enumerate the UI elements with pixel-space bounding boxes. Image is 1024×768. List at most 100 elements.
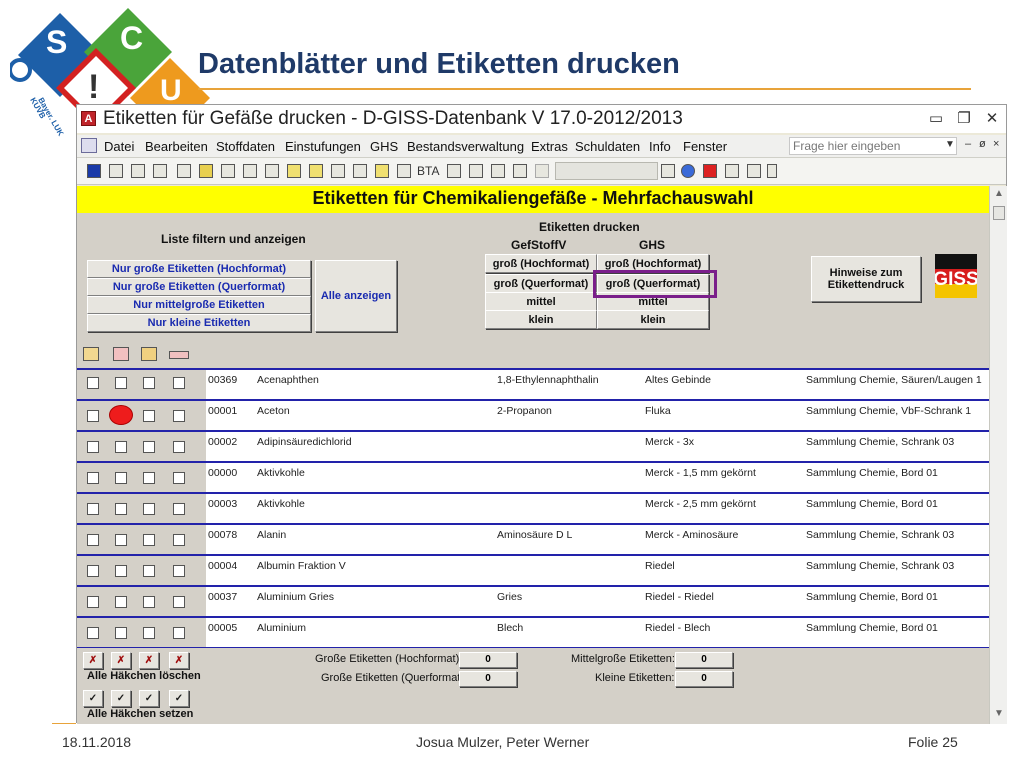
row-checkbox-4[interactable] [173,503,185,515]
menu-extras[interactable]: Extras [531,139,568,154]
minimize-icon[interactable]: ▭ [927,110,945,126]
row-checkbox-4[interactable] [173,377,185,389]
row-checkbox-3[interactable] [143,596,155,608]
print-icon[interactable] [177,164,191,178]
gef-small-button[interactable]: klein [485,310,597,329]
row-checkbox-1[interactable] [87,472,99,484]
filter-view-icon-2[interactable] [113,347,129,361]
show-all-button[interactable]: Alle anzeigen [315,260,397,332]
table-view-icon[interactable] [331,164,345,178]
exit-icon[interactable] [747,164,761,178]
filter-large-landscape-button[interactable]: Nur große Etiketten (Querformat) [87,278,311,296]
menu-datei[interactable]: Datei [104,139,134,154]
menu-info[interactable]: Info [649,139,671,154]
filter-view-icon-3[interactable] [141,347,157,361]
ghs-small-button[interactable]: klein [597,310,709,329]
close-icon[interactable]: ✕ [983,110,1001,126]
sort-icon[interactable] [221,164,235,178]
clear-check-button-2[interactable]: ✗ [111,652,131,669]
row-checkbox-2[interactable] [115,377,127,389]
row-checkbox-2[interactable] [115,534,127,546]
row-checkbox-3[interactable] [143,503,155,515]
menu-ghs[interactable]: GHS [370,139,398,154]
window-switch-icon[interactable] [725,164,739,178]
bottle-icon[interactable] [287,164,301,178]
bta-label[interactable]: BTA [417,164,439,178]
window-icon[interactable] [513,164,527,178]
form-icon[interactable] [81,138,97,153]
menu-stoffdaten[interactable]: Stoffdaten [216,139,275,154]
gef-large-landscape-button[interactable]: groß (Querformat) [485,274,597,293]
filter-view-icon-1[interactable] [83,347,99,361]
help-icon[interactable] [681,164,695,178]
clear-check-button-3[interactable]: ✗ [139,652,159,669]
table-row[interactable]: 00002 Adipinsäuredichlorid Merck - 3x Samml… [77,432,989,463]
menu-schuldaten[interactable]: Schuldaten [575,139,640,154]
gef-large-portrait-button[interactable]: groß (Hochformat) [485,254,597,273]
columns-icon[interactable] [243,164,257,178]
label-hints-button[interactable]: Hinweise zum Etikettendruck [811,256,921,302]
row-checkbox-3[interactable] [143,472,155,484]
row-checkbox-3[interactable] [143,377,155,389]
eye-icon[interactable] [661,164,675,178]
help-search-input[interactable]: Frage hier eingeben [789,137,957,155]
grid-icon[interactable] [265,164,279,178]
gef-medium-button[interactable]: mittel [485,292,597,311]
report-icon[interactable] [491,164,505,178]
row-checkbox-2[interactable] [115,441,127,453]
table-row[interactable]: 00037 Aluminium Gries Gries Riedel - Riedel… [77,587,989,618]
row-checkbox-3[interactable] [143,565,155,577]
table-row[interactable]: 00004 Albumin Fraktion V Riedel Sammlung Ch… [77,556,989,587]
filter-small-button[interactable]: Nur kleine Etiketten [87,314,311,332]
row-checkbox-4[interactable] [173,441,185,453]
row-checkbox-1[interactable] [87,503,99,515]
filter-icon[interactable] [199,164,213,178]
vertical-scrollbar[interactable]: ▲ ▼ [989,186,1007,724]
clear-check-button-4[interactable]: ✗ [169,652,189,669]
table-row[interactable]: 00003 Aktivkohle Merck - 2,5 mm gekörnt Sam… [77,494,989,525]
filter-view-icon-4[interactable] [169,351,189,359]
toolbar-options-icon[interactable] [767,164,777,178]
table-row[interactable]: 00369 Acenaphthen 1,8-Ethylennaphthalin Alt… [77,370,989,401]
row-checkbox-2[interactable] [115,565,127,577]
table-row[interactable]: 00001 Aceton 2-Propanon Fluka Sammlung Chemi… [77,401,989,432]
row-checkbox-4[interactable] [173,472,185,484]
set-check-button-2[interactable]: ✓ [111,690,131,707]
row-checkbox-4[interactable] [173,596,185,608]
menu-bearbeiten[interactable]: Bearbeiten [145,139,208,154]
table-row[interactable]: 00005 Aluminium Blech Riedel - Blech Sammlun… [77,618,989,649]
save-icon[interactable] [109,164,123,178]
row-checkbox-4[interactable] [173,627,185,639]
doc-close-icon[interactable]: × [993,138,999,150]
design-view-icon[interactable] [87,164,101,178]
row-checkbox-3[interactable] [143,441,155,453]
copy-icon[interactable] [153,164,167,178]
doc-restore-icon[interactable]: ø [979,138,986,150]
database-icon[interactable] [353,164,367,178]
row-checkbox-3[interactable] [143,410,155,422]
monitor-icon[interactable] [447,164,461,178]
restore-icon[interactable]: ❐ [955,110,973,126]
row-checkbox-4[interactable] [173,534,185,546]
filter-large-portrait-button[interactable]: Nur große Etiketten (Hochformat) [87,260,311,278]
filter-medium-button[interactable]: Nur mittelgroße Etiketten [87,296,311,314]
clear-check-button-1[interactable]: ✗ [83,652,103,669]
label-icon[interactable] [375,164,389,178]
toolbar-combo[interactable] [555,162,658,180]
set-check-button-4[interactable]: ✓ [169,690,189,707]
scroll-down-icon[interactable]: ▼ [993,708,1005,719]
row-checkbox-1[interactable] [87,377,99,389]
set-check-button-1[interactable]: ✓ [83,690,103,707]
pdf-icon[interactable] [703,164,717,178]
row-checkbox-1[interactable] [87,410,99,422]
row-checkbox-1[interactable] [87,441,99,453]
access-app-icon[interactable]: A [81,111,96,126]
set-check-button-3[interactable]: ✓ [139,690,159,707]
doc-minimize-icon[interactable]: – [965,138,971,150]
print-preview-icon[interactable] [131,164,145,178]
row-checkbox-3[interactable] [143,627,155,639]
form-view-icon[interactable] [309,164,323,178]
scroll-thumb[interactable] [993,206,1005,220]
menu-bestandsverwaltung[interactable]: Bestandsverwaltung [407,139,524,154]
row-checkbox-1[interactable] [87,596,99,608]
